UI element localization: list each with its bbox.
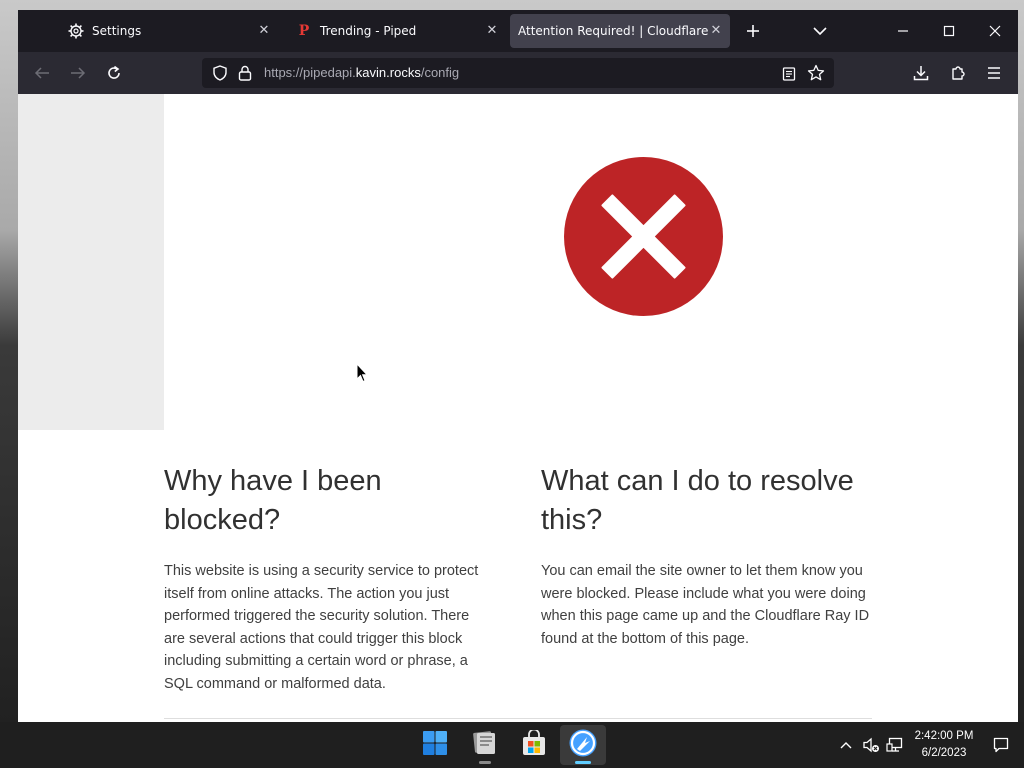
- url-host: kavin.rocks: [355, 65, 421, 80]
- tab-strip: Settings ✕ P Trending - Piped ✕ Attentio…: [18, 10, 1018, 52]
- lock-icon[interactable]: [238, 65, 252, 85]
- why-blocked-section: Why have I been blocked? This website is…: [164, 462, 494, 696]
- tab-label: Settings: [92, 24, 142, 38]
- firefox-icon: [568, 728, 598, 762]
- list-all-tabs-button[interactable]: [808, 19, 832, 43]
- hamburger-menu-icon[interactable]: [980, 61, 1008, 85]
- volume-muted-icon[interactable]: [861, 735, 881, 755]
- reload-button[interactable]: [100, 61, 128, 85]
- page-viewport: Why have I been blocked? This website is…: [18, 94, 1018, 722]
- resolve-section: What can I do to resolve this? You can e…: [541, 462, 881, 650]
- tab-cloudflare[interactable]: Attention Required! | Cloudflare ✕: [510, 14, 730, 48]
- taskbar-firefox[interactable]: [560, 725, 606, 765]
- close-window-button[interactable]: [972, 10, 1018, 52]
- piped-p-icon: P: [298, 23, 310, 39]
- tracking-protection-shield-icon[interactable]: [212, 65, 228, 85]
- extensions-puzzle-icon[interactable]: [944, 61, 972, 85]
- url-text[interactable]: https://pipedapi.kavin.rocks/config: [264, 65, 459, 80]
- tab-label: Trending - Piped: [320, 24, 417, 38]
- start-icon: [422, 730, 448, 760]
- tab-settings[interactable]: Settings ✕: [56, 14, 278, 48]
- close-tab-icon[interactable]: ✕: [484, 23, 500, 39]
- content-divider: [164, 718, 872, 719]
- mouse-cursor-icon: [356, 362, 369, 383]
- downloads-button[interactable]: [907, 61, 935, 85]
- address-bar[interactable]: https://pipedapi.kavin.rocks/config: [202, 58, 834, 88]
- bookmark-star-icon[interactable]: [807, 64, 825, 86]
- url-prefix: https://pipedapi.: [264, 65, 356, 80]
- network-icon[interactable]: [885, 735, 905, 755]
- file-explorer-icon: [471, 730, 499, 760]
- microsoft-store-icon: [520, 728, 548, 760]
- taskbar-microsoft-store[interactable]: [511, 725, 557, 765]
- page-side-panel: [18, 94, 164, 430]
- minimize-button[interactable]: [880, 10, 926, 52]
- browser-window: Settings ✕ P Trending - Piped ✕ Attentio…: [18, 10, 1018, 722]
- reader-view-icon[interactable]: [782, 66, 796, 85]
- chevron-up-icon[interactable]: [836, 735, 856, 755]
- taskbar-file-explorer[interactable]: [462, 725, 508, 765]
- tab-piped[interactable]: P Trending - Piped ✕: [284, 14, 506, 48]
- close-tab-icon[interactable]: ✕: [708, 23, 724, 39]
- active-indicator: [575, 761, 591, 764]
- resolve-heading: What can I do to resolve this?: [541, 465, 854, 536]
- maximize-button[interactable]: [926, 10, 972, 52]
- notification-icon[interactable]: [991, 735, 1011, 755]
- clock-date: 6/2/2023: [921, 747, 967, 759]
- back-button[interactable]: [28, 61, 56, 85]
- resolve-text: You can email the site owner to let them…: [541, 563, 870, 647]
- url-path: /config: [420, 65, 460, 80]
- gear-icon: [68, 23, 84, 39]
- start-button[interactable]: [412, 725, 458, 765]
- close-tab-icon[interactable]: ✕: [256, 23, 272, 39]
- why-blocked-heading: Why have I been blocked?: [164, 465, 382, 536]
- system-clock[interactable]: 2:42:00 PM 6/2/2023: [908, 728, 980, 762]
- tab-label: Attention Required! | Cloudflare: [518, 24, 709, 38]
- error-x-circle-icon: [564, 157, 723, 316]
- why-blocked-text: This website is using a security service…: [164, 563, 479, 692]
- taskbar: 2:42:00 PM 6/2/2023: [0, 722, 1024, 768]
- new-tab-button[interactable]: [741, 19, 765, 43]
- running-indicator: [479, 761, 491, 764]
- clock-time: 2:42:00 PM: [914, 730, 974, 742]
- forward-button[interactable]: [64, 61, 92, 85]
- navigation-toolbar: https://pipedapi.kavin.rocks/config: [18, 52, 1018, 94]
